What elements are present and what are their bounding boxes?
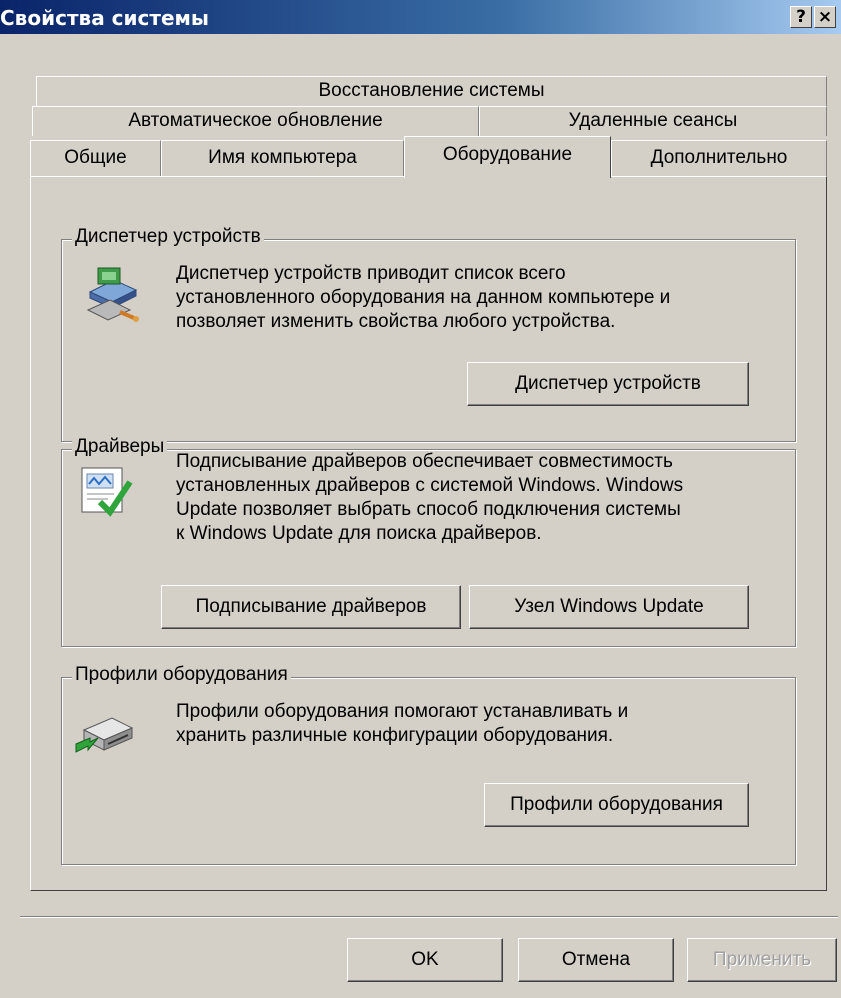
windows-update-button[interactable]: Узел Windows Update	[469, 585, 749, 629]
tab-remote-sessions[interactable]: Удаленные сеансы	[479, 106, 827, 136]
close-button[interactable]: ×	[814, 6, 836, 28]
tab-hardware[interactable]: Оборудование	[404, 136, 611, 178]
title-bar: Свойства системы ? ×	[0, 0, 841, 34]
tab-computer-name[interactable]: Имя компьютера	[161, 140, 404, 176]
driver-signing-button[interactable]: Подписывание драйверов	[161, 585, 461, 629]
hardware-profiles-group-title: Профили оборудования	[72, 664, 291, 686]
hardware-profiles-button[interactable]: Профили оборудования	[484, 783, 749, 827]
device-manager-icon	[86, 267, 139, 322]
tab-advanced[interactable]: Дополнительно	[611, 140, 827, 176]
description-line: Update позволяет выбрать способ подключе…	[176, 499, 681, 520]
hardware-profile-icon	[75, 717, 134, 753]
drivers-group: Драйверы Подписывание драйверов обеспечи…	[61, 436, 796, 647]
cancel-button[interactable]: Отмена	[518, 938, 674, 982]
drivers-group-title: Драйверы	[72, 436, 168, 458]
drivers-description: Подписывание драйверов обеспечивает совм…	[176, 450, 683, 546]
footer-separator	[20, 916, 838, 918]
device-manager-button[interactable]: Диспетчер устройств	[467, 362, 749, 406]
description-line: установленных драйверов с системой Windo…	[176, 475, 684, 496]
description-line: позволяет изменить свойства любого устро…	[176, 311, 616, 332]
description-line: Подписывание драйверов обеспечивает совм…	[176, 451, 673, 472]
hardware-profiles-description: Профили оборудования помогают устанавлив…	[176, 700, 628, 748]
ok-button[interactable]: OK	[347, 938, 503, 982]
tab-system-restore[interactable]: Восстановление системы	[36, 76, 827, 106]
device-manager-group-title: Диспетчер устройств	[72, 226, 264, 248]
description-line: Диспетчер устройств приводит список всег…	[176, 263, 566, 284]
hardware-profiles-group: Профили оборудования Профили оборудовани…	[61, 664, 796, 865]
device-manager-description: Диспетчер устройств приводит список всег…	[176, 262, 670, 334]
hardware-tab-panel: Диспетчер устройств Диспетчер устройств …	[30, 176, 827, 891]
tab-general[interactable]: Общие	[30, 140, 161, 176]
driver-signing-icon	[81, 467, 133, 517]
help-button[interactable]: ?	[790, 6, 812, 28]
system-properties-dialog: Свойства системы ? × Восстановление сист…	[0, 0, 841, 998]
description-line: к Windows Update для поиска драйверов.	[176, 523, 542, 544]
description-line: хранить различные конфигурации оборудова…	[176, 725, 614, 746]
tab-automatic-updates[interactable]: Автоматическое обновление	[32, 106, 479, 136]
description-line: установленного оборудования на данном ко…	[176, 287, 671, 308]
device-manager-group: Диспетчер устройств Диспетчер устройств …	[61, 226, 796, 442]
description-line: Профили оборудования помогают устанавлив…	[176, 701, 629, 722]
apply-button[interactable]: Применить	[687, 938, 837, 982]
window-title: Свойства системы	[0, 6, 209, 30]
